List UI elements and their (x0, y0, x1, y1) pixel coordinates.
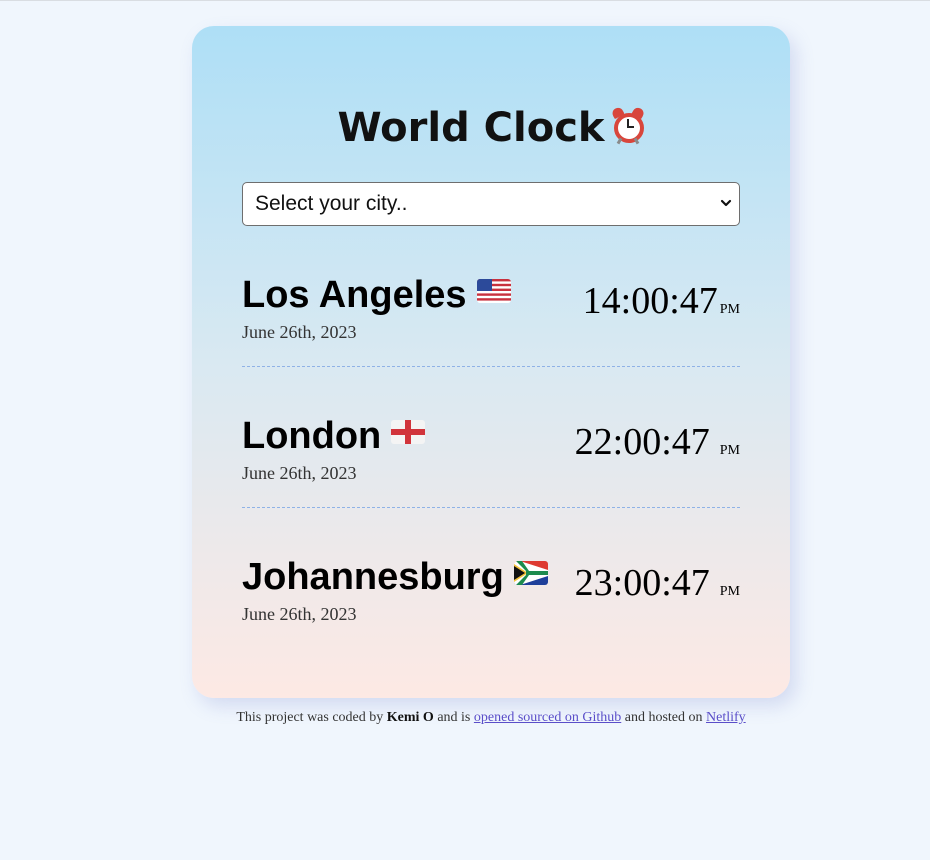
city-name-text: Johannesburg (242, 556, 504, 598)
city-date: June 26th, 2023 (242, 604, 357, 624)
page-title: World Clock (192, 104, 790, 152)
city-name: Los Angeles (242, 271, 511, 319)
github-link[interactable]: opened sourced on Github (474, 710, 621, 725)
city-select-value: Select your city.. (255, 192, 408, 215)
time-value: 23:00:47 (574, 562, 710, 604)
flag-south-africa-icon (513, 561, 548, 585)
divider (242, 507, 740, 508)
ampm-label: PM (719, 584, 740, 599)
city-name-text: Los Angeles (242, 274, 467, 316)
footer-text: and is (433, 710, 474, 725)
city-date: June 26th, 2023 (242, 463, 357, 483)
alarm-clock-icon (610, 105, 646, 145)
city-time: 22:00:47 PM (575, 420, 740, 464)
footer: This project was coded by Kemi O and is … (0, 710, 930, 726)
city-row-london: London June 26th, 2023 22:00:47 PM (242, 412, 740, 512)
city-select[interactable]: Select your city.. (242, 182, 740, 226)
footer-text: and hosted on (621, 710, 707, 725)
chevron-down-icon (720, 199, 732, 207)
city-time: 14:00:47 PM (583, 279, 740, 323)
world-clock-card: World Clock Select your city.. Los Angel… (192, 26, 790, 698)
divider (242, 366, 740, 367)
city-row-johannesburg: Johannesburg June 26th, 2023 23:00:47 PM (242, 553, 740, 653)
ampm-label: PM (719, 443, 740, 458)
flag-england-icon (391, 420, 426, 444)
city-name: London (242, 412, 426, 460)
time-value: 14:00:47 (582, 280, 718, 322)
city-date: June 26th, 2023 (242, 322, 357, 342)
footer-author: Kemi O (386, 710, 434, 725)
city-name-text: London (242, 415, 382, 457)
ampm-label: PM (719, 302, 740, 317)
flag-us-icon (476, 279, 511, 303)
city-time: 23:00:47 PM (575, 561, 740, 605)
footer-text: This project was coded by (236, 710, 387, 725)
time-value: 22:00:47 (574, 421, 710, 463)
city-row-los-angeles: Los Angeles June 26th, 2023 14:00:47 PM (242, 271, 740, 371)
netlify-link[interactable]: Netlify (706, 710, 746, 725)
city-name: Johannesburg (242, 553, 548, 601)
page-title-text: World Clock (337, 105, 605, 151)
